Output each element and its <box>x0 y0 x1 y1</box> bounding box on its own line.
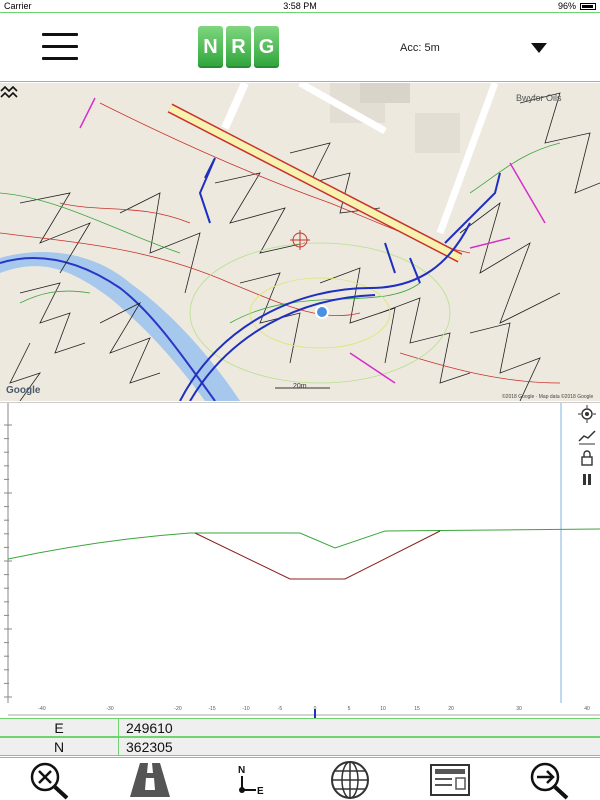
map-attribution: ©2018 Google · Map data ©2018 Google <box>502 394 594 400</box>
target-icon[interactable] <box>578 405 596 423</box>
logo-letter: N <box>198 26 223 68</box>
google-logo: Google <box>6 385 41 396</box>
road-icon <box>130 763 170 797</box>
bottom-toolbar: N E <box>0 757 600 800</box>
x-tick-label: -30 <box>106 706 113 712</box>
top-bar: N R G Acc: 5m <box>0 12 600 82</box>
svg-text:N: N <box>238 765 245 776</box>
menu-button[interactable] <box>42 33 78 61</box>
card-icon <box>430 764 470 796</box>
road-button[interactable] <box>128 760 172 800</box>
logo-letter: R <box>226 26 251 68</box>
zoom-next-button[interactable] <box>528 760 572 800</box>
globe-icon <box>331 761 369 799</box>
x-tick-label: -15 <box>208 706 215 712</box>
x-tick-label: -20 <box>174 706 181 712</box>
northing-label: N <box>53 739 65 755</box>
northing-row: N 362305 <box>0 737 600 756</box>
northing-value: 362305 <box>126 739 173 755</box>
dropdown-arrow-icon[interactable] <box>531 43 547 53</box>
x-tick-label: -5 <box>278 706 283 712</box>
map-canvas <box>0 83 600 401</box>
clock: 3:58 PM <box>283 1 317 11</box>
zoom-cancel-button[interactable] <box>28 760 72 800</box>
x-tick-label: 5 <box>348 706 351 712</box>
battery-icon <box>580 2 596 10</box>
easting-label: E <box>54 720 64 736</box>
x-tick-label: 20 <box>448 706 454 712</box>
north-east-button[interactable]: N E <box>228 760 272 800</box>
chart-trend-icon[interactable] <box>578 427 596 445</box>
north-east-icon: N E <box>238 765 264 797</box>
pause-icon[interactable] <box>578 471 596 489</box>
x-tick-label: -40 <box>38 706 45 712</box>
nrg-logo: N R G <box>198 26 279 68</box>
elevation-profile: -40-30-20-15-10-5051015203040 <box>0 402 600 719</box>
logo-letter: G <box>254 26 279 68</box>
status-bar: Carrier 3:58 PM 96% <box>0 0 600 12</box>
map-view[interactable]: Bwyfor Oils 20m Google ©2018 Google · Ma… <box>0 83 600 401</box>
status-right: 96% <box>558 1 596 11</box>
battery-percent: 96% <box>557 1 576 11</box>
x-tick-label: 15 <box>414 706 420 712</box>
easting-value: 249610 <box>126 720 173 736</box>
profile-tools <box>578 405 596 493</box>
zoom-cancel-icon <box>30 762 69 800</box>
card-button[interactable] <box>428 760 472 800</box>
terrain-toggle-icon[interactable] <box>0 83 18 101</box>
easting-row: E 249610 <box>0 718 600 737</box>
x-tick-label: -10 <box>242 706 249 712</box>
profile-chart: -40-30-20-15-10-5051015203040 <box>4 403 600 719</box>
scale-label: 20m <box>293 383 307 390</box>
ground-profile-line <box>7 528 600 560</box>
trench-profile-line <box>194 530 441 580</box>
app-root: Carrier 3:58 PM 96% N R G Acc: 5m Bwyfor… <box>0 0 600 800</box>
svg-text:E: E <box>257 786 264 797</box>
lock-icon[interactable] <box>578 449 596 467</box>
accuracy-label: Acc: 5m <box>400 42 440 54</box>
x-tick-label: 30 <box>516 706 522 712</box>
map-place-label: Bwyfor Oils <box>516 93 562 103</box>
x-tick-label: 10 <box>380 706 386 712</box>
globe-button[interactable] <box>328 760 372 800</box>
x-tick-label: 40 <box>584 706 590 712</box>
zoom-next-icon <box>530 762 569 800</box>
